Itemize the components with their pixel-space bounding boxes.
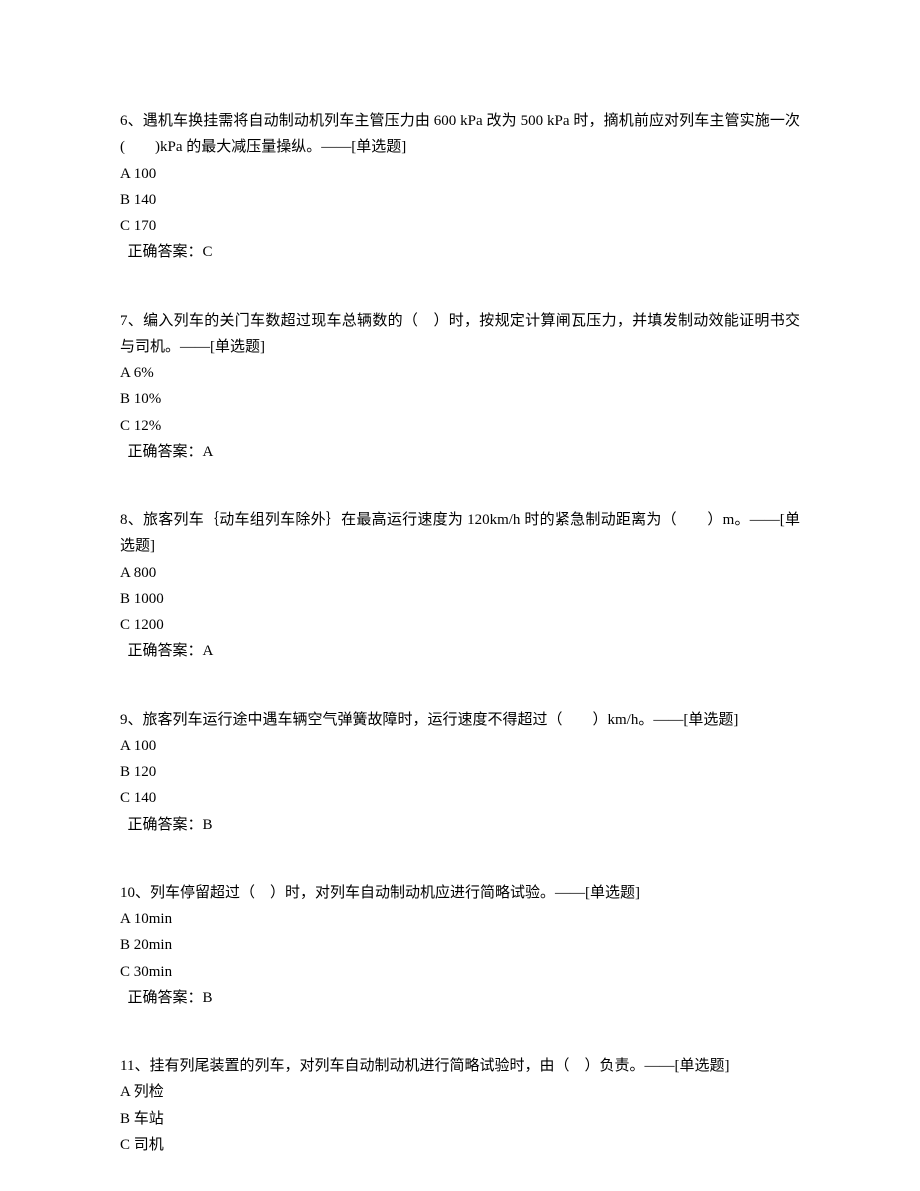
option-b: B 20min (120, 932, 800, 958)
option-c: C 司机 (120, 1132, 800, 1158)
question-10: 10、列车停留超过（ ）时，对列车自动制动机应进行简略试验。——[单选题] A … (120, 880, 800, 1011)
option-b: B 车站 (120, 1106, 800, 1132)
question-text: 6、遇机车换挂需将自动制动机列车主管压力由 600 kPa 改为 500 kPa… (120, 108, 800, 161)
correct-answer: 正确答案：B (120, 812, 800, 838)
option-a: A 800 (120, 560, 800, 586)
correct-answer: 正确答案：B (120, 985, 800, 1011)
question-11: 11、挂有列尾装置的列车，对列车自动制动机进行简略试验时，由（ ）负责。——[单… (120, 1053, 800, 1158)
option-a: A 100 (120, 733, 800, 759)
correct-answer: 正确答案：A (120, 439, 800, 465)
question-7: 7、编入列车的关门车数超过现车总辆数的（ ）时，按规定计算闸瓦压力，并填发制动效… (120, 308, 800, 466)
option-b: B 1000 (120, 586, 800, 612)
option-b: B 140 (120, 187, 800, 213)
question-9: 9、旅客列车运行途中遇车辆空气弹簧故障时，运行速度不得超过（ ）km/h。——[… (120, 707, 800, 838)
option-c: C 1200 (120, 612, 800, 638)
correct-answer: 正确答案：C (120, 239, 800, 265)
option-a: A 列检 (120, 1079, 800, 1105)
question-text: 8、旅客列车｛动车组列车除外｝在最高运行速度为 120km/h 时的紧急制动距离… (120, 507, 800, 560)
option-c: C 12% (120, 413, 800, 439)
question-text: 7、编入列车的关门车数超过现车总辆数的（ ）时，按规定计算闸瓦压力，并填发制动效… (120, 308, 800, 361)
question-text: 10、列车停留超过（ ）时，对列车自动制动机应进行简略试验。——[单选题] (120, 880, 800, 906)
correct-answer: 正确答案：A (120, 638, 800, 664)
question-text: 11、挂有列尾装置的列车，对列车自动制动机进行简略试验时，由（ ）负责。——[单… (120, 1053, 800, 1079)
question-6: 6、遇机车换挂需将自动制动机列车主管压力由 600 kPa 改为 500 kPa… (120, 108, 800, 266)
option-b: B 120 (120, 759, 800, 785)
option-a: A 10min (120, 906, 800, 932)
option-c: C 30min (120, 959, 800, 985)
option-c: C 170 (120, 213, 800, 239)
question-8: 8、旅客列车｛动车组列车除外｝在最高运行速度为 120km/h 时的紧急制动距离… (120, 507, 800, 665)
option-a: A 6% (120, 360, 800, 386)
option-a: A 100 (120, 161, 800, 187)
option-b: B 10% (120, 386, 800, 412)
question-text: 9、旅客列车运行途中遇车辆空气弹簧故障时，运行速度不得超过（ ）km/h。——[… (120, 707, 800, 733)
option-c: C 140 (120, 785, 800, 811)
